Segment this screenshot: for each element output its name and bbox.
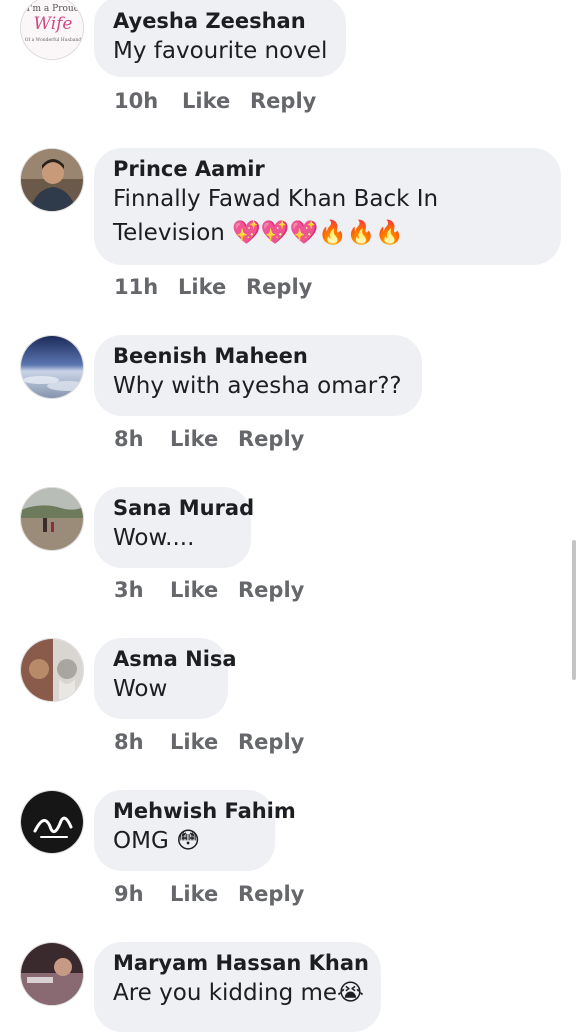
comment-author[interactable]: Ayesha Zeeshan — [113, 8, 326, 34]
comment-author[interactable]: Prince Aamir — [113, 156, 541, 182]
reply-button[interactable]: Reply — [238, 730, 304, 754]
comment-author[interactable]: Mehwish Fahim — [113, 798, 296, 824]
comment-bubble: Ayesha Zeeshan My favourite novel — [94, 0, 346, 77]
comment-bubble: Sana Murad Wow.... — [94, 487, 254, 568]
comment-bubble: Prince Aamir Finnally Fawad Khan Back In… — [94, 148, 561, 265]
like-button[interactable]: Like — [178, 275, 246, 299]
comment-time: 3h — [114, 578, 144, 602]
avatar[interactable] — [20, 487, 84, 551]
comment-time: 9h — [114, 882, 144, 906]
comment-text: My favourite novel — [113, 38, 328, 64]
comment-bubble: Beenish Maheen Why with ayesha omar?? — [94, 335, 422, 416]
avatar[interactable] — [20, 638, 84, 702]
avatar[interactable]: I'm a Proud Wife Of a Wonderful Husband — [20, 0, 84, 60]
avatar-image — [21, 149, 83, 211]
avatar[interactable] — [20, 790, 84, 854]
comment-text: Finnally Fawad Khan Back In — [113, 186, 439, 212]
avatar-image: I'm a Proud Wife Of a Wonderful Husband — [21, 0, 83, 59]
like-button[interactable]: Like — [170, 578, 238, 602]
avatar-image — [21, 639, 83, 701]
avatar-image — [21, 336, 83, 398]
avatar-caption-bottom: Of a Wonderful Husband — [25, 37, 82, 43]
comment-actions: 9h Like Reply — [114, 882, 304, 906]
comment-actions: 11h Like Reply — [114, 275, 312, 299]
scrollbar[interactable] — [572, 540, 576, 680]
comment-bubble: Asma Nisa Wow — [94, 638, 237, 719]
avatar-image — [21, 488, 83, 550]
avatar-caption-top: I'm a Proud — [27, 4, 80, 14]
comment-author[interactable]: Beenish Maheen — [113, 343, 402, 369]
avatar[interactable] — [20, 335, 84, 399]
comment-actions: 8h Like Reply — [114, 730, 304, 754]
comment-actions: 3h Like Reply — [114, 578, 304, 602]
reply-button[interactable]: Reply — [238, 578, 304, 602]
like-button[interactable]: Like — [182, 89, 250, 113]
comment-time: 8h — [114, 730, 144, 754]
comment-author[interactable]: Asma Nisa — [113, 646, 237, 672]
avatar-image — [21, 791, 83, 853]
comment-time: 10h — [114, 89, 159, 113]
comment-bubble: Mehwish Fahim OMG 😳 — [94, 790, 296, 871]
comment-text: Are you kidding me😭 — [113, 980, 364, 1006]
avatar-image — [21, 943, 83, 1005]
comment-time: 8h — [114, 427, 144, 451]
comment-text: Wow — [113, 676, 168, 702]
comment-text: Wow.... — [113, 525, 195, 551]
avatar[interactable] — [20, 148, 84, 212]
like-button[interactable]: Like — [170, 882, 238, 906]
reply-button[interactable]: Reply — [246, 275, 312, 299]
comment-bubble: Maryam Hassan Khan Are you kidding me😭 — [94, 942, 381, 1032]
comment-actions: 10h Like Reply — [114, 89, 316, 113]
reply-button[interactable]: Reply — [238, 427, 304, 451]
reply-button[interactable]: Reply — [238, 882, 304, 906]
avatar-caption-main: Wife — [34, 14, 73, 34]
comment-text: OMG 😳 — [113, 828, 201, 854]
avatar[interactable] — [20, 942, 84, 1006]
comment-author[interactable]: Sana Murad — [113, 495, 254, 521]
reply-button[interactable]: Reply — [250, 89, 316, 113]
comment-text: Why with ayesha omar?? — [113, 373, 402, 399]
like-button[interactable]: Like — [170, 730, 238, 754]
comment-author[interactable]: Maryam Hassan Khan — [113, 950, 369, 976]
comment-actions: 8h Like Reply — [114, 427, 304, 451]
comment-time: 11h — [114, 275, 159, 299]
like-button[interactable]: Like — [170, 427, 238, 451]
comment-text-line-2: Television 💖💖💖🔥🔥🔥 — [113, 220, 404, 246]
